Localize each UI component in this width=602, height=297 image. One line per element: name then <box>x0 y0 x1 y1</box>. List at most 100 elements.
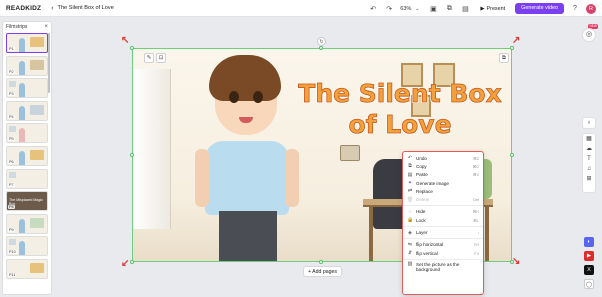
text-icon[interactable]: T <box>583 154 595 164</box>
grid-icon[interactable]: ⊞ <box>583 174 595 184</box>
canvas-title-text[interactable]: The Silent Box of Love <box>285 78 511 140</box>
avatar[interactable]: R <box>586 3 596 14</box>
annotation-arrow-icon: ↖ <box>121 35 130 46</box>
thumb-art <box>30 262 44 273</box>
add-pages-button[interactable]: + Add pages <box>303 266 342 277</box>
menu-item-replace[interactable]: ⇄ Replace <box>403 187 483 195</box>
page-thumb[interactable]: P9 <box>6 213 48 234</box>
illustration-pencil-cup <box>340 145 360 161</box>
page-number: P5 <box>8 137 15 142</box>
top-bar-actions: ↶ ↷ 63% ⌄ ▣ ⧉ ▤ ▶ Present Generate video… <box>368 2 596 15</box>
menu-item-shortcut: Del <box>473 197 479 202</box>
present-button[interactable]: ▶ Present <box>476 3 509 14</box>
document-title[interactable]: The Silent Box of Love <box>58 5 114 11</box>
music-icon[interactable]: ♫ <box>583 164 595 174</box>
thumb-art <box>19 105 25 120</box>
play-icon: ▶ <box>480 5 485 12</box>
resize-handle[interactable] <box>510 46 514 50</box>
menu-item-shortcut: ⇧V <box>473 251 479 256</box>
copy-page-icon[interactable]: ⧉ <box>444 4 454 14</box>
boy-eye <box>229 91 239 103</box>
thumb-art <box>30 104 44 115</box>
page-thumb[interactable]: P11 <box>6 258 48 279</box>
resize-handle[interactable] <box>130 46 134 50</box>
lightbulb-icon[interactable]: ♁ <box>583 118 595 128</box>
page-thumb[interactable]: P2 <box>6 55 48 76</box>
trash-icon: 🗑 <box>407 196 414 203</box>
replace-icon: ⇄ <box>407 188 413 195</box>
page-thumb[interactable]: P10 <box>6 236 48 257</box>
illustration-desk-leg <box>485 207 489 261</box>
x-icon[interactable]: X <box>584 265 594 275</box>
menu-item-delete[interactable]: 🗑 Delete Del <box>403 195 483 203</box>
elements-icon[interactable]: ▦ <box>583 134 595 144</box>
page-number: P8 <box>8 205 15 210</box>
redo-icon[interactable]: ↷ <box>384 4 394 14</box>
flip-v-icon: ⇵ <box>407 250 413 257</box>
menu-item-flip-vertical[interactable]: ⇵ flip vertical ⇧V <box>403 249 483 257</box>
page-thumb[interactable]: P7 <box>6 168 48 189</box>
help-icon[interactable]: ? <box>570 4 580 14</box>
top-bar: READKIDZ ‹ The Silent Box of Love ↶ ↷ 63… <box>0 0 602 17</box>
menu-item-paste[interactable]: ▤ Paste ⌘V <box>403 171 483 179</box>
close-icon[interactable]: × <box>44 24 48 30</box>
right-toolbar-top: ♁ <box>582 117 596 129</box>
sparkle-icon: ✦ <box>407 180 413 187</box>
discord-icon[interactable]: ◐ <box>584 237 594 247</box>
menu-item-shortcut: ⌘C <box>472 164 479 169</box>
page-thumb[interactable]: P1 <box>6 33 48 53</box>
page-thumb[interactable]: P3 <box>6 78 48 99</box>
menu-item-label: Generate image <box>416 180 449 186</box>
resize-handle[interactable] <box>319 46 323 50</box>
youtube-icon[interactable]: ▶ <box>584 251 594 261</box>
menu-item-hide[interactable]: ◌ Hide ⌘H <box>403 208 483 216</box>
page-thumb[interactable]: P4 <box>6 100 48 121</box>
menu-item-shortcut: ⌘Z <box>472 156 479 161</box>
undo-icon[interactable]: ↶ <box>368 4 378 14</box>
page-thumb[interactable]: The Misplaced Magic Box P8 <box>6 191 48 212</box>
filmstrip-panel: Filmstrips × P1 P2 P3 P4 P5 P6 P7 The Mi… <box>2 21 52 295</box>
save-icon[interactable]: ▤ <box>460 4 470 14</box>
page-number: P2 <box>8 69 15 74</box>
menu-item-generate-image[interactable]: ✦ Generate image <box>403 179 483 187</box>
thumb-art <box>30 59 44 70</box>
notification-icon[interactable]: ◎ <box>582 28 596 42</box>
crop-icon[interactable]: ⊡ <box>156 53 166 63</box>
resize-handle[interactable] <box>130 260 134 264</box>
fit-screen-icon[interactable]: ▣ <box>428 4 438 14</box>
menu-item-layer[interactable]: ◈ Layer › <box>403 228 483 236</box>
annotation-arrow-icon: ↗ <box>512 35 521 46</box>
cloud-upload-icon[interactable]: ☁ <box>583 144 595 154</box>
zoom-select[interactable]: 63% <box>400 6 411 12</box>
chevron-left-icon[interactable]: ‹ <box>51 5 53 12</box>
illustration-curtain <box>133 69 171 229</box>
menu-item-copy[interactable]: ⧉ Copy ⌘C <box>403 162 483 170</box>
menu-item-label: Set the picture as the background <box>416 262 460 273</box>
menu-item-flip-horizontal[interactable]: ⇋ flip horizontal ⇧H <box>403 241 483 249</box>
resize-handle[interactable] <box>130 153 134 157</box>
menu-item-set-background[interactable]: ▧ Set the picture as the background <box>403 261 483 273</box>
page-number: P11 <box>8 272 17 277</box>
chat-icon[interactable]: ◯ <box>584 279 594 289</box>
resize-handle[interactable] <box>510 153 514 157</box>
app-logo[interactable]: READKIDZ <box>6 5 41 12</box>
menu-item-undo[interactable]: ↶ Undo ⌘Z <box>403 154 483 162</box>
menu-item-label: Paste <box>416 172 428 178</box>
duplicate-icon[interactable]: ⧉ <box>499 53 509 63</box>
filmstrip-header: Filmstrips × <box>3 22 51 32</box>
layers-icon: ◈ <box>408 229 412 236</box>
annotation-arrow-icon: ↙ <box>121 258 130 269</box>
rotate-handle-icon[interactable]: ↻ <box>317 37 326 46</box>
menu-item-label: Hide <box>416 209 426 215</box>
chevron-down-icon[interactable]: ⌄ <box>412 4 422 14</box>
menu-item-shortcut: ⌘L <box>473 218 479 223</box>
paste-icon: ▤ <box>407 171 413 178</box>
generate-video-button[interactable]: Generate video <box>515 3 564 14</box>
magic-edit-icon[interactable]: ✎ <box>144 53 154 63</box>
page-thumb[interactable]: P5 <box>6 123 48 144</box>
menu-divider <box>403 225 483 227</box>
menu-item-lock[interactable]: 🔒 Lock ⌘L <box>403 216 483 224</box>
resize-handle[interactable] <box>319 260 323 264</box>
page-thumb[interactable]: P6 <box>6 145 48 166</box>
menu-divider <box>403 205 483 207</box>
